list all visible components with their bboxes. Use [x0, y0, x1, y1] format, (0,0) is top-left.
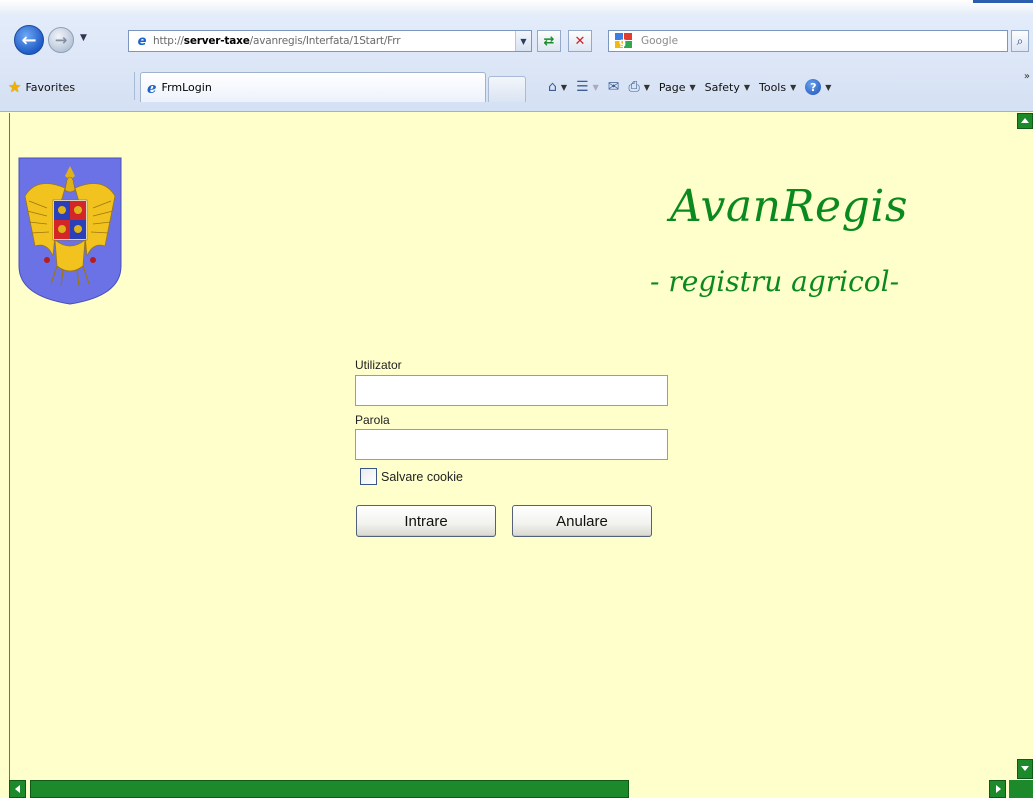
favorites-button[interactable]: ★ Favorites [8, 78, 75, 96]
magnifier-icon: ⌕ [1016, 33, 1024, 48]
coat-of-arms-logo [18, 157, 122, 305]
tools-menu[interactable]: Tools ▼ [759, 81, 796, 94]
new-tab-button[interactable] [488, 76, 526, 102]
safety-menu[interactable]: Safety ▼ [705, 81, 750, 94]
refresh-icon: ⇄ [543, 33, 555, 49]
command-bar: ⌂ ▼ ☰ ▼ ✉ ⎙ ▼ Page ▼ Safety ▼ Tools ▼ ? … [548, 76, 831, 98]
login-form: Utilizator Parola Salvare cookie Intrare… [355, 358, 675, 537]
chevron-down-icon: ▼ [560, 82, 568, 92]
stop-icon: ✕ [574, 33, 586, 49]
chevron-down-icon: ▼ [825, 82, 832, 92]
password-label: Parola [355, 413, 390, 427]
chevron-down-icon: ▼ [790, 82, 797, 92]
chevron-down-icon: ▼ [689, 82, 696, 92]
scroll-down-button[interactable] [1017, 759, 1033, 779]
help-icon: ? [805, 79, 822, 95]
read-mail-button[interactable]: ✉ [608, 79, 620, 95]
username-label: Utilizator [355, 358, 402, 372]
refresh-button[interactable]: ⇄ [537, 30, 561, 52]
tab-frmlogin[interactable]: e FrmLogin [140, 72, 486, 102]
app-title: AvanRegis [670, 181, 908, 232]
page-border [9, 113, 10, 780]
cancel-button[interactable]: Anulare [512, 505, 652, 537]
scrollbar-corner [1009, 780, 1033, 798]
favorites-label: Favorites [25, 80, 76, 94]
scroll-up-button[interactable] [1017, 113, 1033, 129]
form-actions: Intrare Anulare [356, 505, 675, 537]
svg-text:g: g [619, 37, 626, 48]
address-dropdown-button[interactable]: ▼ [515, 31, 531, 51]
address-url[interactable]: http://server-taxe/avanregis/Interfata/1… [153, 35, 515, 47]
ie-page-icon: e [137, 33, 147, 49]
login-submit-button[interactable]: Intrare [356, 505, 496, 537]
horizontal-scroll-thumb[interactable] [30, 780, 629, 798]
ie-logo-icon: e [147, 78, 157, 97]
help-button[interactable]: ? ▼ [805, 79, 831, 95]
toolbar-overflow-chevron-icon[interactable]: » [1024, 71, 1030, 82]
search-button[interactable]: ⌕ [1011, 30, 1029, 52]
printer-icon: ⎙ [628, 79, 640, 95]
read-mail-icon: ✉ [607, 79, 620, 95]
app-subtitle: - registru agricol- [650, 265, 900, 298]
remember-cookie-row: Salvare cookie [360, 468, 675, 485]
recent-pages-dropdown[interactable]: ▼ [80, 33, 87, 43]
save-cookie-checkbox[interactable] [360, 468, 377, 485]
page-menu[interactable]: Page ▼ [659, 81, 696, 94]
back-arrow-icon: ← [21, 29, 37, 51]
address-bar[interactable]: e http://server-taxe/avanregis/Interfata… [128, 30, 532, 52]
rss-feed-icon: ☰ [576, 79, 589, 95]
horizontal-scrollbar[interactable] [9, 780, 1033, 798]
scroll-left-button[interactable] [9, 780, 26, 798]
search-box[interactable]: g Google [608, 30, 1008, 52]
chevron-down-icon: ▼ [643, 82, 650, 92]
print-button[interactable]: ⎙ ▼ [629, 79, 650, 95]
scroll-right-button[interactable] [989, 780, 1006, 798]
forward-button[interactable]: → [48, 27, 74, 53]
tab-title: FrmLogin [161, 81, 212, 94]
password-field[interactable] [355, 429, 668, 460]
safety-menu-label: Safety [704, 80, 740, 94]
chevron-down-icon: ▼ [592, 82, 599, 92]
search-placeholder[interactable]: Google [637, 35, 678, 47]
google-logo-icon: g [611, 31, 637, 51]
back-button[interactable]: ← [14, 25, 44, 55]
forward-arrow-icon: → [54, 31, 68, 49]
chevron-down-icon: ▼ [743, 82, 750, 92]
tools-menu-label: Tools [759, 80, 787, 94]
username-field[interactable] [355, 375, 668, 406]
browser-chrome: ← → ▼ e http://server-taxe/avanregis/Int… [0, 0, 1033, 112]
favorites-bar: ★ Favorites e FrmLogin ⌂ ▼ ☰ ▼ ✉ ⎙ ▼ Pag… [0, 68, 1033, 104]
page-menu-label: Page [658, 80, 686, 94]
window-titlebar-strip [0, 0, 1033, 15]
home-icon: ⌂ [548, 79, 557, 95]
toolbar-divider [134, 72, 135, 100]
home-button[interactable]: ⌂ ▼ [548, 79, 567, 95]
feeds-button[interactable]: ☰ ▼ [576, 79, 599, 95]
save-cookie-label[interactable]: Salvare cookie [381, 470, 463, 484]
star-icon: ★ [8, 78, 22, 96]
page-content: AvanRegis - registru agricol- Utilizator… [0, 113, 1033, 798]
stop-button[interactable]: ✕ [568, 30, 592, 52]
